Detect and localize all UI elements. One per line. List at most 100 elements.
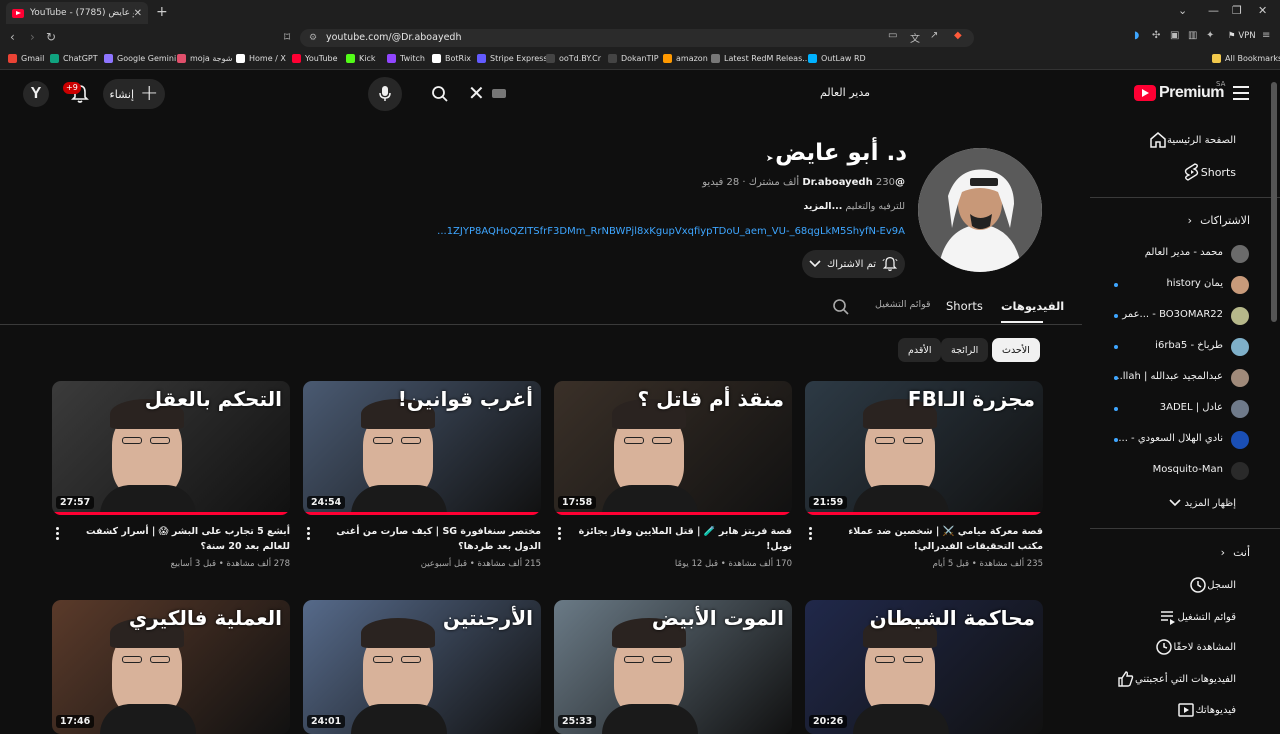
subscriptions-heading[interactable]: › الاشتراكات <box>1188 214 1250 227</box>
subscription-item[interactable]: طرباخ - i6rba5 <box>1110 337 1255 357</box>
bookmark-item[interactable]: ooTd.BY.Cr <box>546 54 601 63</box>
more-actions-icon[interactable] <box>56 527 60 542</box>
sidebar-item-watch-later[interactable]: المشاهدة لاحقًا <box>1155 638 1250 656</box>
all-bookmarks-button[interactable]: All Bookmarks <box>1212 54 1280 63</box>
sidebar-item-playlists[interactable]: قوائم التشغيل <box>1159 608 1250 626</box>
video-thumbnail[interactable]: مجزرة الـFBI 21:59 <box>805 381 1043 515</box>
browser-tab[interactable]: YouTube - د. أبو عايض (7785) ✕ <box>6 2 148 24</box>
sidebar-item-your-videos[interactable]: فيديوهاتك <box>1177 701 1250 719</box>
subscription-item[interactable]: عادل | 3ADEL <box>1110 399 1255 419</box>
create-button[interactable]: إنشاء + <box>103 79 165 109</box>
search-button[interactable] <box>422 78 458 110</box>
chip-oldest[interactable]: الأقدم <box>898 338 942 362</box>
sidebar-item-shorts[interactable]: Shorts <box>1183 163 1250 181</box>
tab-shorts[interactable]: Shorts <box>946 299 983 313</box>
bookmark-item[interactable]: ChatGPT <box>50 54 98 63</box>
bookmark-item[interactable]: Gmail <box>8 54 44 63</box>
search-box[interactable]: ✕ مدير العالم <box>460 78 884 110</box>
bookmark-item[interactable]: Kick <box>346 54 376 63</box>
leo-icon[interactable]: ✦ <box>1206 30 1214 41</box>
forward-icon[interactable]: › <box>30 30 35 44</box>
video-card[interactable]: مجزرة الـFBI 21:59 قصة معركة ميامي ⚔️ | شخ… <box>805 381 1043 569</box>
channel-external-link[interactable]: ...1ZJYP8AQHoQZITSfrF3DMm_RrNBWPjl8xKgup… <box>437 226 905 237</box>
video-title[interactable]: أبشع 5 تجارب على البشر 😱 | أسرار كشفت لل… <box>75 524 290 554</box>
video-thumbnail[interactable]: أغرب قوانين! 24:54 <box>303 381 541 515</box>
video-thumbnail[interactable]: منقذ أم قاتل ؟ 17:58 <box>554 381 792 515</box>
video-card[interactable]: التحكم بالعقل 27:57 أبشع 5 تجارب على البشر… <box>52 381 290 569</box>
minimize-icon[interactable]: — <box>1208 4 1219 17</box>
bookmark-item[interactable]: BotRix <box>432 54 471 63</box>
tab-videos[interactable]: الفيديوهات <box>1001 299 1064 313</box>
chip-newest[interactable]: الأحدث <box>992 338 1040 362</box>
video-card[interactable]: أغرب قوانين! 24:54 مختصر سنغافورة SG | كيف… <box>303 381 541 569</box>
back-icon[interactable]: ‹ <box>10 30 15 44</box>
video-card[interactable]: العملية فالكيري 17:46 <box>52 600 290 734</box>
video-card[interactable]: الموت الأبيض 25:33 <box>554 600 792 734</box>
new-tab-icon[interactable]: + <box>156 4 168 20</box>
bookmark-icon[interactable]: ⌑ <box>284 30 290 44</box>
subscription-item[interactable]: BO3OMAR22 - ...عمر <box>1110 306 1255 326</box>
wallet-icon[interactable]: ▣ <box>1170 30 1179 41</box>
maximize-icon[interactable]: ❐ <box>1232 4 1242 17</box>
bookmark-item[interactable]: Latest RedM Releas... <box>711 54 810 63</box>
chip-popular[interactable]: الرائجة <box>941 338 989 362</box>
video-card[interactable]: محاكمة الشيطان 20:26 <box>805 600 1043 734</box>
you-heading[interactable]: › أنت <box>1221 546 1250 559</box>
video-thumbnail[interactable]: الأرجنتين 24:01 <box>303 600 541 734</box>
sidebar-icon[interactable]: ▥ <box>1188 30 1197 41</box>
screenshot-icon[interactable]: ▭ <box>888 30 897 41</box>
youtube-logo[interactable]: Premium <box>1134 84 1224 102</box>
bookmark-item[interactable]: Stripe Express <box>477 54 548 63</box>
extension-icon[interactable]: ◗ <box>1134 30 1139 41</box>
vpn-button[interactable]: ⚑ VPN <box>1228 31 1256 41</box>
close-tab-icon[interactable]: ✕ <box>134 8 142 19</box>
tab-search-icon[interactable]: ⌄ <box>1178 4 1187 17</box>
bookmark-item[interactable]: YouTube <box>292 54 338 63</box>
share-icon[interactable]: ↗ <box>930 30 938 41</box>
bookmark-item[interactable]: DokanTIP <box>608 54 659 63</box>
video-title[interactable]: قصة فريتز هابر 🧪 | قتل الملايين وفاز بجا… <box>577 524 792 554</box>
puzzle-icon[interactable]: ✣ <box>1152 30 1160 41</box>
more-actions-icon[interactable] <box>307 527 311 542</box>
video-thumbnail[interactable]: التحكم بالعقل 27:57 <box>52 381 290 515</box>
translate-icon[interactable]: 文 <box>910 30 920 45</box>
site-info-icon[interactable]: ⚙ <box>309 29 317 47</box>
sidebar-scrollbar[interactable] <box>1270 72 1278 720</box>
sidebar-item-history[interactable]: السجل <box>1189 576 1250 594</box>
subscription-item[interactable]: عبدالمجيد عبدالله | llah... <box>1110 368 1255 388</box>
video-card[interactable]: منقذ أم قاتل ؟ 17:58 قصة فريتز هابر 🧪 | قت… <box>554 381 792 569</box>
video-title[interactable]: مختصر سنغافورة SG | كيف صارت من أغنى الد… <box>326 524 541 554</box>
channel-description[interactable]: للترفيه والتعليم ...المزيد <box>803 201 905 212</box>
sidebar-item-home[interactable]: الصفحة الرئيسية <box>1149 131 1250 149</box>
video-thumbnail[interactable]: محاكمة الشيطان 20:26 <box>805 600 1043 734</box>
more-link[interactable]: ...المزيد <box>803 201 842 212</box>
guide-menu-icon[interactable] <box>1233 86 1249 104</box>
clear-search-icon[interactable]: ✕ <box>468 81 485 105</box>
bookmark-item[interactable]: amazon <box>663 54 708 63</box>
subscription-item[interactable]: نادي الهلال السعودي - ... <box>1110 430 1255 450</box>
more-actions-icon[interactable] <box>558 527 562 542</box>
close-window-icon[interactable]: ✕ <box>1258 4 1267 17</box>
show-more-button[interactable]: إظهار المزيد <box>1166 494 1250 512</box>
more-actions-icon[interactable] <box>809 527 813 542</box>
menu-icon[interactable]: ≡ <box>1262 30 1270 41</box>
keyboard-icon[interactable] <box>492 89 506 98</box>
video-thumbnail[interactable]: العملية فالكيري 17:46 <box>52 600 290 734</box>
video-thumbnail[interactable]: الموت الأبيض 25:33 <box>554 600 792 734</box>
bookmark-item[interactable]: OutLaw RD <box>808 54 866 63</box>
video-title[interactable]: قصة معركة ميامي ⚔️ | شخصين ضد عملاء مكتب… <box>828 524 1043 554</box>
bookmark-item[interactable]: Home / X <box>236 54 286 63</box>
subscribed-button[interactable]: تم الاشتراك <box>802 250 905 278</box>
tab-playlists[interactable]: قوائم التشغيل <box>875 299 931 310</box>
sidebar-item-liked[interactable]: الفيديوهات التي أعجبتني <box>1117 670 1250 688</box>
reload-icon[interactable]: ↻ <box>46 30 56 44</box>
video-card[interactable]: الأرجنتين 24:01 <box>303 600 541 734</box>
bookmark-item[interactable]: moja شوجة <box>177 54 232 63</box>
channel-search-icon[interactable] <box>832 298 850 316</box>
brave-shield-icon[interactable]: ◆ <box>954 30 962 41</box>
subscription-item[interactable]: محمد - مدير العالم <box>1110 244 1255 264</box>
subscription-item[interactable]: Mosquito-Man <box>1110 461 1255 481</box>
bookmark-item[interactable]: Twitch <box>387 54 425 63</box>
subscription-item[interactable]: يمان history <box>1110 275 1255 295</box>
account-avatar[interactable]: Y <box>23 81 49 107</box>
